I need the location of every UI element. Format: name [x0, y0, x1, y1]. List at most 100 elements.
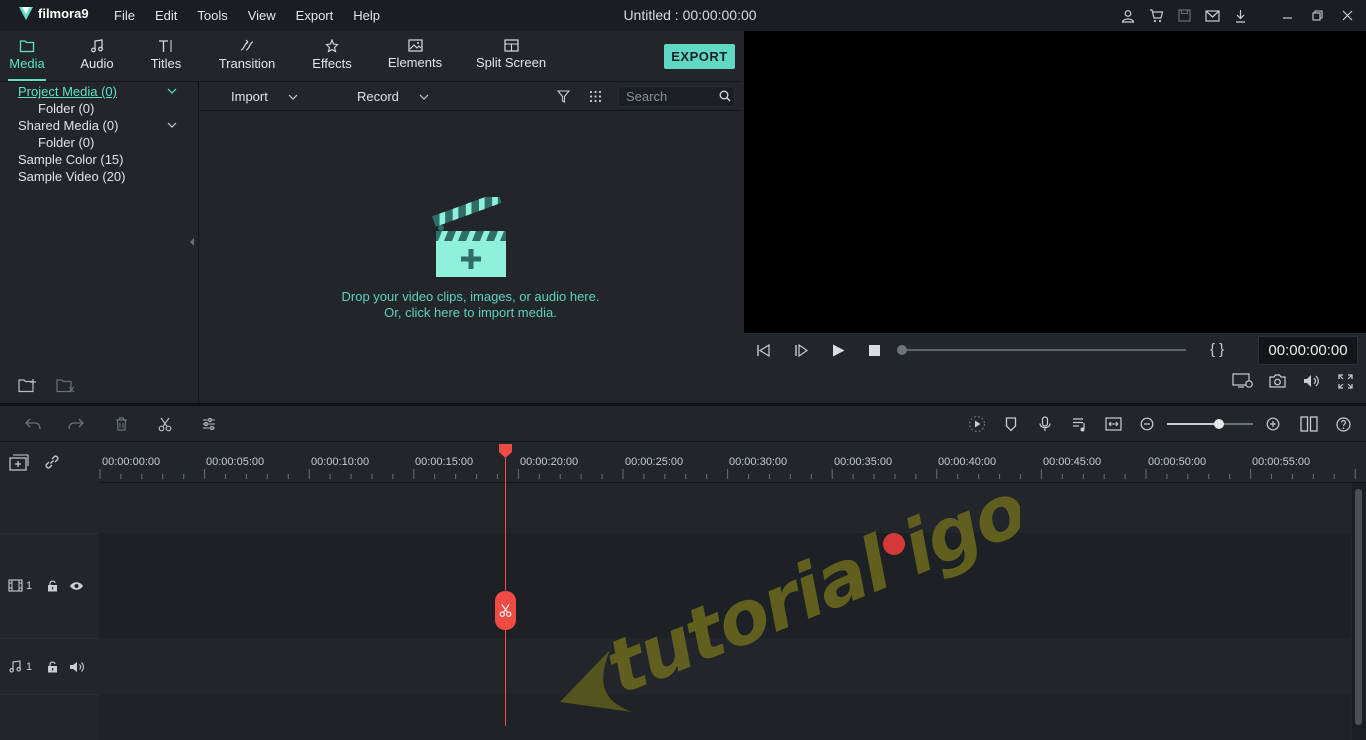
- mail-icon[interactable]: [1198, 0, 1226, 31]
- track-empty-lane[interactable]: [99, 694, 1351, 740]
- chevron-down-icon[interactable]: [167, 122, 177, 128]
- menu-tools[interactable]: Tools: [187, 0, 237, 31]
- add-track-icon[interactable]: [9, 454, 29, 472]
- ruler-label: 00:00:40:00: [938, 456, 997, 468]
- play-icon[interactable]: [832, 344, 845, 357]
- tab-transition[interactable]: Transition: [214, 31, 280, 81]
- delete-folder-icon[interactable]: [56, 378, 75, 393]
- undo-icon[interactable]: [23, 414, 43, 434]
- help-icon[interactable]: [1333, 414, 1353, 434]
- effects-icon: [325, 39, 339, 53]
- tab-effects[interactable]: Effects: [306, 31, 358, 81]
- library-shared-media[interactable]: Shared Media (0): [18, 118, 118, 133]
- filmora-logo: filmora9: [18, 5, 89, 21]
- timeline-tracks[interactable]: [99, 483, 1351, 740]
- zoom-slider-knob[interactable]: [1214, 419, 1224, 429]
- close-icon[interactable]: [1332, 0, 1362, 31]
- snapshot-icon[interactable]: [1269, 374, 1286, 388]
- tab-elements[interactable]: Elements: [384, 31, 446, 81]
- menu-export[interactable]: Export: [286, 0, 344, 31]
- mark-in-out-brackets[interactable]: { }: [1210, 341, 1224, 358]
- timeline-ruler[interactable]: 00:00:00:00 00:00:05:00 00:00:10:00 00:0…: [99, 443, 1366, 483]
- chevron-down-icon[interactable]: [167, 88, 177, 94]
- menu-view[interactable]: View: [238, 0, 286, 31]
- audio-track-lane[interactable]: [99, 638, 1351, 694]
- new-folder-icon[interactable]: [18, 378, 37, 393]
- tab-split-screen[interactable]: Split Screen: [474, 31, 548, 81]
- tab-audio[interactable]: Audio: [74, 31, 120, 81]
- export-button[interactable]: EXPORT: [664, 44, 735, 69]
- search-icon[interactable]: [719, 90, 731, 102]
- save-icon[interactable]: [1170, 0, 1198, 31]
- tab-media[interactable]: Media: [4, 31, 50, 81]
- menu-file[interactable]: File: [104, 0, 145, 31]
- stop-icon[interactable]: [869, 345, 880, 356]
- preview-viewer[interactable]: [744, 31, 1366, 333]
- ruler-label: 00:00:20:00: [520, 456, 579, 468]
- adjust-icon[interactable]: [199, 414, 219, 434]
- tab-titles-label: Titles: [150, 56, 182, 71]
- playback-progress-knob[interactable]: [897, 345, 907, 355]
- track-layout-icon[interactable]: [1299, 414, 1319, 434]
- import-dropdown[interactable]: Import: [231, 82, 298, 111]
- library-shared-folder[interactable]: Folder (0): [38, 135, 94, 150]
- menu-help[interactable]: Help: [343, 0, 390, 31]
- zoom-out-icon[interactable]: [1137, 414, 1157, 434]
- user-icon[interactable]: [1114, 0, 1142, 31]
- collapse-panel-icon[interactable]: [190, 238, 195, 246]
- download-icon[interactable]: [1226, 0, 1254, 31]
- split-screen-icon: [503, 39, 519, 52]
- scissors-icon: [499, 604, 512, 617]
- library-project-folder[interactable]: Folder (0): [38, 101, 94, 116]
- lock-icon[interactable]: [47, 580, 58, 592]
- cart-icon[interactable]: [1142, 0, 1170, 31]
- media-drop-zone[interactable]: Drop your video clips, images, or audio …: [200, 111, 741, 403]
- drop-hint-line2[interactable]: Or, click here to import media.: [200, 305, 741, 321]
- restore-icon[interactable]: [1302, 0, 1332, 31]
- previous-frame-icon[interactable]: [756, 344, 770, 357]
- link-icon[interactable]: [44, 454, 60, 470]
- voiceover-icon[interactable]: [1035, 414, 1055, 434]
- render-preview-icon[interactable]: [967, 414, 987, 434]
- zoom-in-icon[interactable]: [1263, 414, 1283, 434]
- search-box: [618, 86, 735, 107]
- library-sample-video[interactable]: Sample Video (20): [18, 169, 125, 184]
- library-sample-color[interactable]: Sample Color (15): [18, 152, 124, 167]
- lock-icon[interactable]: [47, 661, 58, 673]
- ruler-label: 00:00:45:00: [1043, 456, 1102, 468]
- search-input[interactable]: [619, 87, 715, 106]
- playhead-line[interactable]: [505, 452, 506, 726]
- track-empty-lane[interactable]: [99, 483, 1351, 533]
- vertical-scrollbar[interactable]: [1352, 483, 1366, 740]
- audio-mixer-icon[interactable]: [1069, 414, 1089, 434]
- window-title: Untitled : 00:00:00:00: [623, 7, 757, 23]
- drop-hint-line1: Drop your video clips, images, or audio …: [341, 289, 600, 304]
- fullscreen-icon[interactable]: [1338, 374, 1353, 389]
- eye-icon[interactable]: [69, 581, 84, 591]
- vertical-scrollbar-thumb[interactable]: [1355, 489, 1362, 725]
- drop-hint[interactable]: Drop your video clips, images, or audio …: [200, 289, 741, 321]
- menu-edit[interactable]: Edit: [145, 0, 187, 31]
- playback-progress-track[interactable]: [902, 349, 1186, 351]
- marker-icon[interactable]: [1001, 414, 1021, 434]
- volume-icon[interactable]: [1303, 374, 1320, 388]
- cut-icon[interactable]: [155, 414, 175, 434]
- playhead-split-button[interactable]: [495, 591, 516, 630]
- playhead-handle[interactable]: [498, 443, 513, 459]
- zoom-to-fit-icon[interactable]: [1103, 414, 1123, 434]
- video-track-lane[interactable]: [99, 533, 1351, 638]
- track-header-empty: [0, 694, 99, 740]
- delete-icon[interactable]: [111, 414, 131, 434]
- library-project-media[interactable]: Project Media (0): [18, 84, 117, 99]
- record-dropdown[interactable]: Record: [357, 82, 429, 111]
- media-library-panel: Project Media (0) Folder (0) Shared Medi…: [0, 81, 199, 403]
- next-frame-icon[interactable]: [794, 344, 808, 357]
- display-settings-icon[interactable]: [1232, 373, 1254, 389]
- filter-icon[interactable]: [557, 90, 570, 103]
- tab-titles[interactable]: Titles: [143, 31, 189, 81]
- clapperboard-add-icon[interactable]: [432, 197, 510, 281]
- minimize-icon[interactable]: [1272, 0, 1302, 31]
- redo-icon[interactable]: [66, 414, 86, 434]
- grid-view-icon[interactable]: [589, 90, 602, 103]
- speaker-icon[interactable]: [69, 661, 85, 673]
